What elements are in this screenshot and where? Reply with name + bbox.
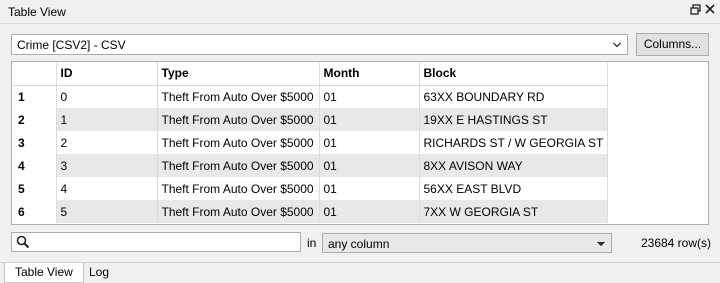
attribute-table: ID Type Month Block 1 0 Theft From Auto …	[12, 62, 609, 223]
cell-id[interactable]: 3	[56, 154, 158, 177]
row-number[interactable]: 3	[12, 131, 57, 154]
search-icon	[16, 235, 30, 249]
table-row[interactable]: 1 0 Theft From Auto Over $5000 01 63XX B…	[12, 85, 609, 108]
cell-block[interactable]: 7XX W GEORGIA ST	[419, 200, 609, 223]
cell-month[interactable]: 01	[319, 154, 420, 177]
cell-month[interactable]: 01	[319, 108, 420, 131]
tab-table-view[interactable]: Table View	[4, 263, 84, 283]
search-input[interactable]	[11, 232, 301, 252]
cell-block[interactable]: 19XX E HASTINGS ST	[419, 108, 609, 131]
columns-button[interactable]: Columns...	[636, 33, 709, 56]
table-row[interactable]: 4 3 Theft From Auto Over $5000 01 8XX AV…	[12, 154, 609, 177]
cell-block[interactable]: 63XX BOUNDARY RD	[419, 85, 609, 108]
bottom-tab-bar: Table View Log	[0, 262, 720, 283]
column-header-block[interactable]: Block	[419, 62, 609, 86]
search-column-value: any column	[328, 237, 390, 251]
row-count: 23684 row(s)	[640, 236, 711, 250]
dataset-dropdown[interactable]: Crime [CSV2] - CSV	[11, 34, 628, 55]
table-corner[interactable]	[12, 62, 57, 86]
cell-block[interactable]: RICHARDS ST / W GEORGIA ST	[419, 131, 609, 154]
cell-type[interactable]: Theft From Auto Over $5000	[157, 200, 320, 223]
data-table: ID Type Month Block 1 0 Theft From Auto …	[11, 61, 709, 225]
cell-type[interactable]: Theft From Auto Over $5000	[157, 154, 320, 177]
cell-id[interactable]: 4	[56, 177, 158, 200]
cell-type[interactable]: Theft From Auto Over $5000	[157, 85, 320, 108]
chevron-down-icon	[613, 41, 621, 49]
cell-block[interactable]: 56XX EAST BLVD	[419, 177, 609, 200]
cell-month[interactable]: 01	[319, 177, 420, 200]
column-header-id[interactable]: ID	[56, 62, 158, 86]
panel-title: Table View	[8, 5, 66, 19]
table-row[interactable]: 2 1 Theft From Auto Over $5000 01 19XX E…	[12, 108, 609, 131]
table-header-row: ID Type Month Block	[12, 62, 609, 86]
float-window-icon[interactable]	[689, 4, 701, 18]
cell-id[interactable]: 0	[56, 85, 158, 108]
close-icon[interactable]	[704, 4, 716, 18]
row-number[interactable]: 2	[12, 108, 57, 131]
row-number[interactable]: 4	[12, 154, 57, 177]
chevron-down-icon	[597, 240, 605, 248]
table-row[interactable]: 6 5 Theft From Auto Over $5000 01 7XX W …	[12, 200, 609, 223]
row-number[interactable]: 5	[12, 177, 57, 200]
table-row[interactable]: 5 4 Theft From Auto Over $5000 01 56XX E…	[12, 177, 609, 200]
row-number[interactable]: 6	[12, 200, 57, 223]
cell-month[interactable]: 01	[319, 131, 420, 154]
search-column-dropdown[interactable]: any column	[322, 233, 612, 253]
cell-type[interactable]: Theft From Auto Over $5000	[157, 131, 320, 154]
table-row[interactable]: 3 2 Theft From Auto Over $5000 01 RICHAR…	[12, 131, 609, 154]
cell-id[interactable]: 2	[56, 131, 158, 154]
column-header-type[interactable]: Type	[157, 62, 320, 86]
cell-type[interactable]: Theft From Auto Over $5000	[157, 108, 320, 131]
row-number[interactable]: 1	[12, 85, 57, 108]
cell-block[interactable]: 8XX AVISON WAY	[419, 154, 609, 177]
cell-id[interactable]: 1	[56, 108, 158, 131]
column-header-month[interactable]: Month	[319, 62, 420, 86]
dataset-dropdown-value: Crime [CSV2] - CSV	[17, 38, 126, 52]
cell-month[interactable]: 01	[319, 200, 420, 223]
cell-type[interactable]: Theft From Auto Over $5000	[157, 177, 320, 200]
search-in-label: in	[307, 236, 317, 250]
cell-id[interactable]: 5	[56, 200, 158, 223]
panel-title-bar: Table View	[0, 0, 720, 24]
tab-log[interactable]: Log	[79, 263, 119, 283]
cell-month[interactable]: 01	[319, 85, 420, 108]
